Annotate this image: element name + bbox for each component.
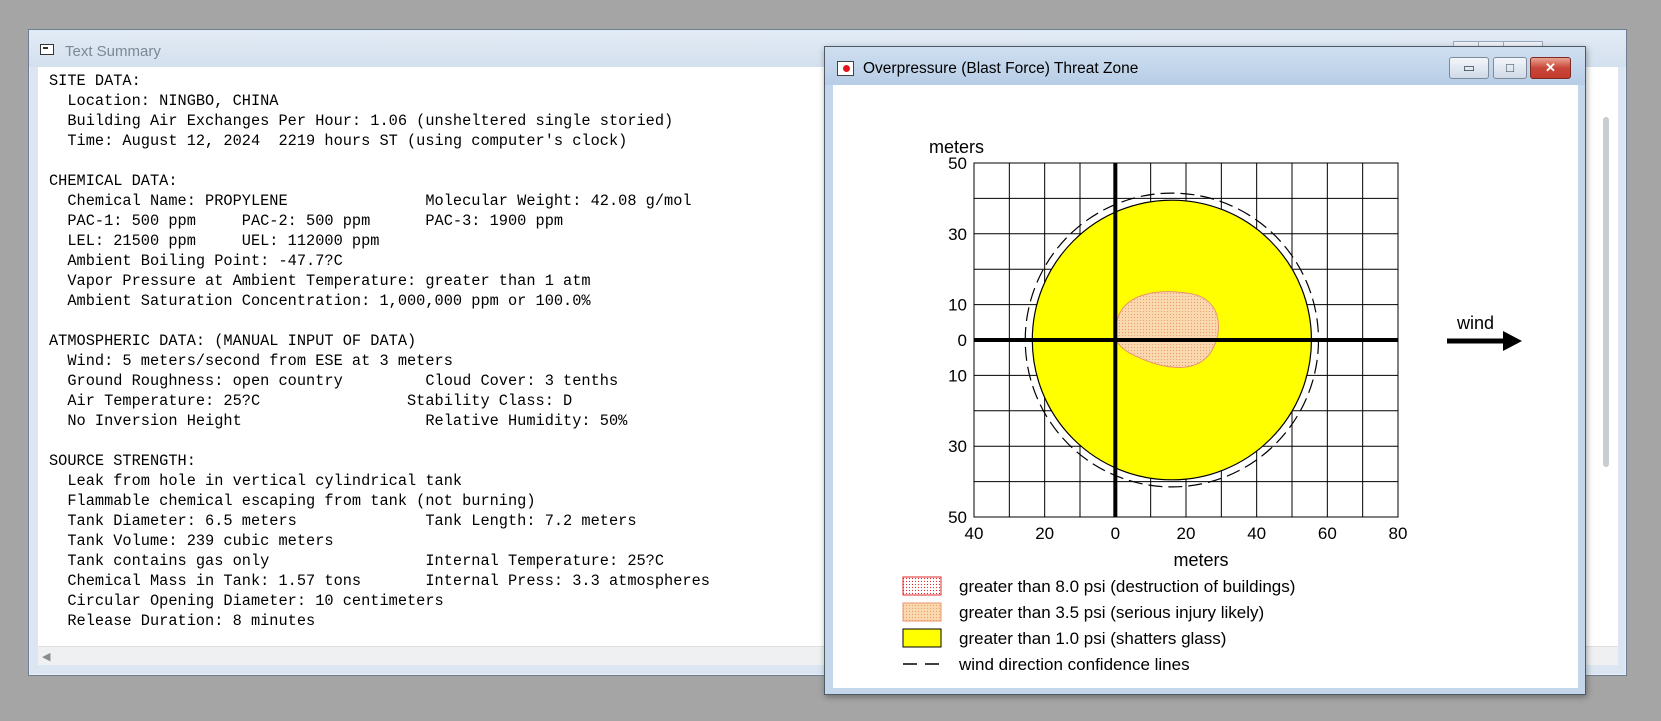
summary-line: Circular Opening Diameter: 10 centimeter… <box>49 592 444 610</box>
vertical-scrollbar[interactable] <box>1603 117 1609 467</box>
threat-window-icon <box>837 61 854 76</box>
summary-line: Vapor Pressure at Ambient Temperature: g… <box>49 272 591 290</box>
legend-label: greater than 3.5 psi (serious injury lik… <box>959 603 1264 622</box>
summary-line: LEL: 21500 ppm UEL: 112000 ppm <box>49 232 380 250</box>
summary-line: Chemical Mass in Tank: 1.57 tons Interna… <box>49 572 710 590</box>
legend-label: greater than 1.0 psi (shatters glass) <box>959 629 1226 648</box>
threat-zone-window[interactable]: Overpressure (Blast Force) Threat Zone ▭… <box>824 46 1586 695</box>
summary-line: Ambient Saturation Concentration: 1,000,… <box>49 292 591 310</box>
threat-zone-titlebar[interactable]: Overpressure (Blast Force) Threat Zone ▭… <box>825 47 1585 85</box>
summary-line: CHEMICAL DATA: <box>49 172 178 190</box>
summary-line <box>49 151 710 171</box>
summary-line: Release Duration: 8 minutes <box>49 612 316 630</box>
summary-line: Ground Roughness: open country Cloud Cov… <box>49 372 619 390</box>
summary-line: Ambient Boiling Point: -47.7?C <box>49 252 343 270</box>
summary-line: SITE DATA: <box>49 72 141 90</box>
summary-line: Chemical Name: PROPYLENE Molecular Weigh… <box>49 192 692 210</box>
summary-line: Location: NINGBO, CHINA <box>49 92 279 110</box>
minimize-button[interactable]: ▭ <box>1449 57 1489 79</box>
summary-line: Building Air Exchanges Per Hour: 1.06 (u… <box>49 112 674 130</box>
scroll-left-icon[interactable]: ◀ <box>42 650 50 663</box>
close-button[interactable]: ✕ <box>1530 57 1571 79</box>
threat-zone-title: Overpressure (Blast Force) Threat Zone <box>863 60 1139 77</box>
legend-swatch-8psi <box>902 576 942 596</box>
legend-label: wind direction confidence lines <box>958 655 1190 674</box>
legend-swatch <box>902 628 942 648</box>
summary-line: No Inversion Height Relative Humidity: 5… <box>49 412 628 430</box>
window-icon <box>40 44 54 55</box>
summary-line: Flammable chemical escaping from tank (n… <box>49 492 536 510</box>
summary-line: ATMOSPHERIC DATA: (MANUAL INPUT OF DATA) <box>49 332 417 350</box>
summary-line: Wind: 5 meters/second from ESE at 3 mete… <box>49 352 453 370</box>
text-summary-title: Text Summary <box>65 43 161 60</box>
maximize-button[interactable]: □ <box>1493 57 1527 79</box>
legend-swatch <box>902 602 942 622</box>
summary-line <box>49 311 710 331</box>
summary-text: SITE DATA: Location: NINGBO, CHINA Build… <box>49 71 710 631</box>
summary-line: Leak from hole in vertical cylindrical t… <box>49 472 463 490</box>
summary-line: Tank Diameter: 6.5 meters Tank Length: 7… <box>49 512 637 530</box>
summary-line: Tank contains gas only Internal Temperat… <box>49 552 665 570</box>
summary-line: SOURCE STRENGTH: <box>49 452 196 470</box>
summary-line: Time: August 12, 2024 2219 hours ST (usi… <box>49 132 628 150</box>
summary-line: Air Temperature: 25?C Stability Class: D <box>49 392 573 410</box>
threat-zone-plot-area: 50 30 10 0 10 30 50 40 20 0 20 40 60 80 meters meters… <box>833 85 1578 688</box>
summary-line: PAC-1: 500 ppm PAC-2: 500 ppm PAC-3: 190… <box>49 212 564 230</box>
legend-label: greater than 8.0 psi (destruction of bui… <box>959 577 1295 596</box>
legend: greater than 8.0 psi (destruction of bui… <box>902 576 1295 674</box>
summary-line: Tank Volume: 239 cubic meters <box>49 532 334 550</box>
summary-line <box>49 431 710 451</box>
